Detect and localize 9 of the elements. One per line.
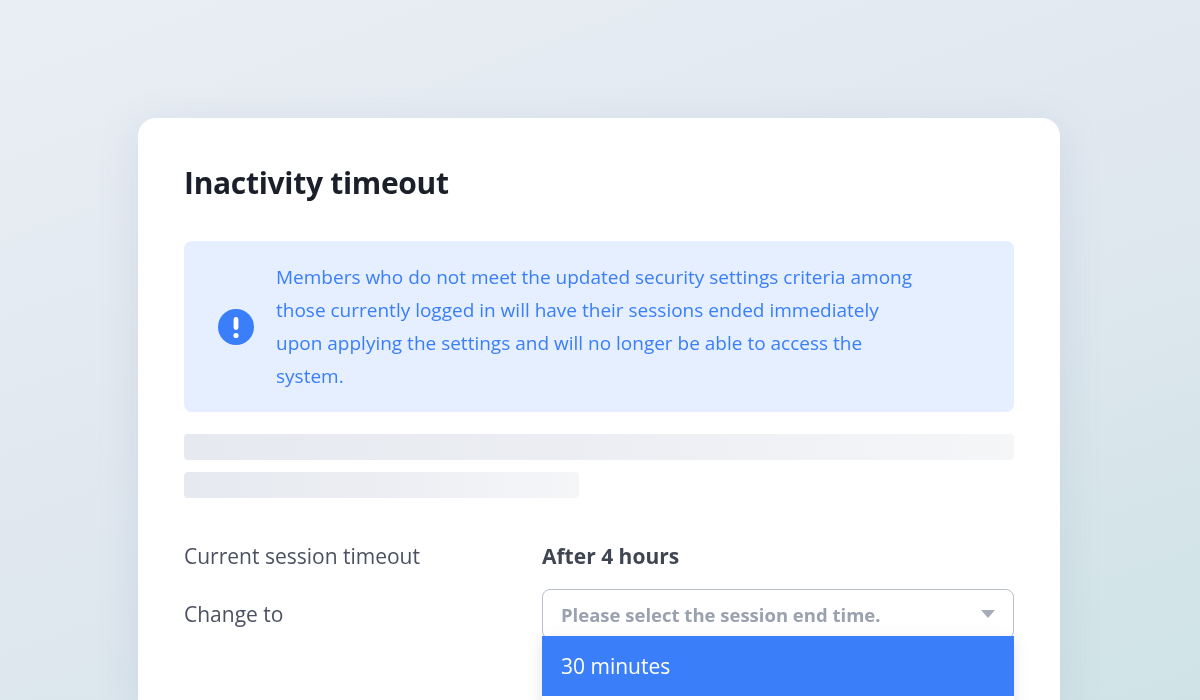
exclamation-icon	[218, 309, 254, 345]
alert-message: Members who do not meet the updated security settings criteria among those currently logged in will have their sessions ended immediately upon applying the settings and will no longer be able to access the system.	[276, 263, 914, 391]
dialog-title: Inactivity timeout	[184, 162, 450, 203]
dropdown-option[interactable]: 30 minutes	[542, 636, 1014, 696]
field-label: Change to	[184, 600, 285, 628]
caret-icon	[981, 610, 995, 618]
field-label: Current session timeout	[184, 541, 421, 570]
select-field[interactable]: Please select the session end time.	[542, 589, 1014, 639]
field-value: After 4 hours	[542, 541, 681, 572]
